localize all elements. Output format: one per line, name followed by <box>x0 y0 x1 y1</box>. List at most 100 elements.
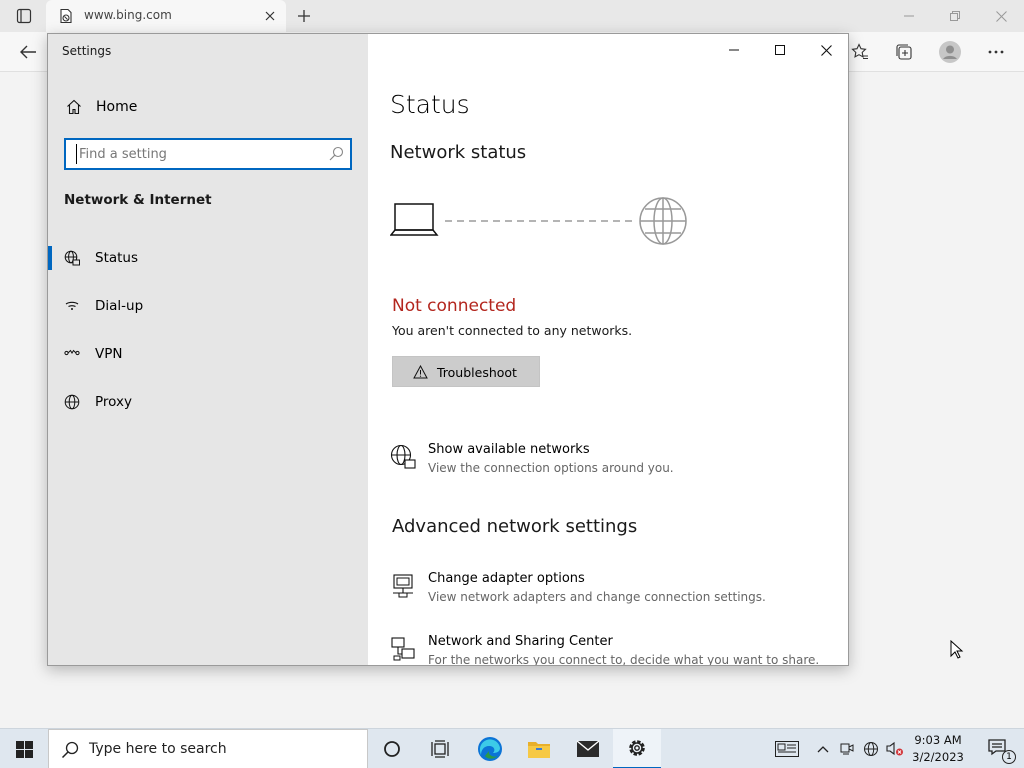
nav-item-label: Dial-up <box>95 298 144 314</box>
settings-search-box <box>64 138 352 170</box>
settings-minimize-button[interactable] <box>711 34 757 66</box>
nav-item-label: Proxy <box>95 394 132 410</box>
chevron-up-icon <box>817 746 829 753</box>
avatar-icon <box>939 41 961 63</box>
close-tab-icon[interactable] <box>262 8 278 24</box>
settings-taskbar-button[interactable] <box>613 729 661 768</box>
news-icon <box>775 741 799 757</box>
nav-item-vpn[interactable]: VPN <box>48 338 368 370</box>
search-icon[interactable] <box>329 146 344 161</box>
home-label: Home <box>96 99 138 115</box>
minimize-icon <box>729 49 739 51</box>
file-explorer-button[interactable] <box>515 729 563 768</box>
restore-icon <box>950 11 960 21</box>
collections-icon <box>896 44 912 60</box>
internet-globe-icon <box>639 197 687 245</box>
taskbar: Type here to search 9:03 AM 3/2/2023 1 <box>0 728 1024 768</box>
back-arrow-icon <box>20 45 36 59</box>
new-tab-button[interactable] <box>292 6 316 26</box>
link-description: View network adapters and change connect… <box>428 590 766 604</box>
cortana-button[interactable] <box>368 729 416 768</box>
maximize-icon <box>775 45 785 55</box>
show-hidden-icons-button[interactable] <box>813 739 833 759</box>
mail-button[interactable] <box>564 729 612 768</box>
network-globe-tray-icon <box>864 742 878 756</box>
tab-actions-button[interactable] <box>10 6 38 26</box>
browser-tab[interactable]: www.bing.com <box>46 0 286 32</box>
plus-icon <box>298 10 310 22</box>
clock-date: 3/2/2023 <box>912 750 964 764</box>
status-globe-icon <box>64 250 80 266</box>
page-title: Status <box>390 90 470 119</box>
settings-sidebar: Settings Home Network & Internet Status <box>48 34 368 665</box>
search-icon <box>61 741 79 759</box>
browser-restore-button[interactable] <box>932 0 978 32</box>
connection-description: You aren't connected to any networks. <box>392 323 633 338</box>
link-title: Change adapter options <box>428 571 585 586</box>
mail-icon <box>576 740 600 757</box>
troubleshoot-button[interactable]: Troubleshoot <box>392 356 540 387</box>
volume-tray-button[interactable] <box>885 739 905 759</box>
advanced-settings-heading: Advanced network settings <box>392 516 638 537</box>
connection-status: Not connected <box>392 296 517 316</box>
browser-tab-bar: www.bing.com <box>0 0 1024 32</box>
settings-main-pane: Status Network status Not connected You <box>368 34 848 665</box>
nav-item-status[interactable]: Status <box>48 242 368 274</box>
notification-count-badge: 1 <box>1002 750 1016 764</box>
gear-icon <box>629 740 645 756</box>
more-horizontal-icon <box>988 50 1004 54</box>
troubleshoot-label: Troubleshoot <box>437 365 517 380</box>
favorites-star-icon <box>851 43 868 60</box>
section-header: Network & Internet <box>64 192 212 208</box>
folder-icon <box>528 742 550 758</box>
news-widget-button[interactable] <box>775 739 799 759</box>
back-button[interactable] <box>12 38 44 66</box>
tab-title: www.bing.com <box>84 8 172 22</box>
meet-now-button[interactable] <box>837 739 857 759</box>
sharing-center-icon <box>390 636 416 662</box>
profile-button[interactable] <box>934 38 966 66</box>
task-view-button[interactable] <box>416 729 464 768</box>
nav-item-label: VPN <box>95 346 123 362</box>
show-available-networks-link[interactable]: Show available networks View the connect… <box>390 442 830 486</box>
settings-close-button[interactable] <box>803 34 848 66</box>
task-view-icon <box>431 740 449 758</box>
network-globe-icon <box>390 444 416 470</box>
clock-time: 9:03 AM <box>914 733 962 747</box>
collections-button[interactable] <box>888 38 920 66</box>
settings-maximize-button[interactable] <box>757 34 803 66</box>
network-adapter-icon <box>390 573 416 599</box>
link-title: Show available networks <box>428 442 590 457</box>
nav-item-proxy[interactable]: Proxy <box>48 386 368 418</box>
start-button[interactable] <box>0 729 48 768</box>
edge-icon <box>478 737 502 761</box>
laptop-icon <box>390 203 439 236</box>
network-sharing-center-link[interactable]: Network and Sharing Center For the netwo… <box>390 634 830 665</box>
browser-minimize-button[interactable] <box>886 0 932 32</box>
taskbar-clock[interactable]: 9:03 AM 3/2/2023 <box>906 732 970 766</box>
close-icon <box>995 10 1007 22</box>
selected-indicator <box>48 246 52 270</box>
network-status-heading: Network status <box>390 142 527 163</box>
taskbar-search-box[interactable]: Type here to search <box>48 729 368 768</box>
home-icon <box>66 99 82 115</box>
change-adapter-options-link[interactable]: Change adapter options View network adap… <box>390 571 830 615</box>
close-icon <box>820 44 832 56</box>
speaker-muted-icon <box>886 741 903 756</box>
tab-actions-icon <box>16 8 32 24</box>
windows-logo-icon <box>15 740 33 758</box>
nav-item-dial-up[interactable]: Dial-up <box>48 290 368 322</box>
network-tray-button[interactable] <box>861 739 881 759</box>
more-options-button[interactable] <box>980 38 1012 66</box>
edge-taskbar-button[interactable] <box>466 729 514 768</box>
link-description: View the connection options around you. <box>428 461 674 475</box>
home-nav-item[interactable]: Home <box>48 90 368 124</box>
mouse-cursor-icon <box>950 640 964 660</box>
action-center-button[interactable]: 1 <box>976 729 1024 768</box>
settings-window-title: Settings <box>62 44 112 58</box>
browser-close-button[interactable] <box>978 0 1024 32</box>
find-setting-input[interactable] <box>76 144 316 164</box>
taskbar-search-placeholder: Type here to search <box>89 741 227 757</box>
minimize-icon <box>904 15 914 17</box>
warning-icon <box>413 365 428 379</box>
